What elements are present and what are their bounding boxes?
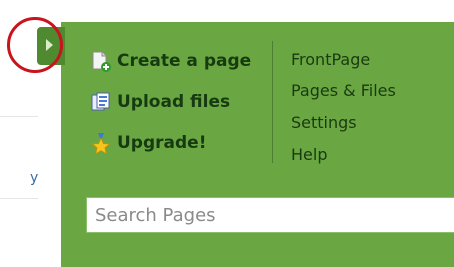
nav-link-settings[interactable]: Settings [291,113,357,132]
divider-line [0,198,38,199]
upgrade-label: Upgrade! [117,133,207,153]
create-page-label: Create a page [117,51,252,71]
upload-files-button[interactable]: Upload files [90,89,230,115]
search-input[interactable] [86,197,454,233]
background-link-fragment[interactable]: y [30,170,38,186]
create-page-button[interactable]: Create a page [90,48,251,74]
nav-link-help[interactable]: Help [291,145,327,164]
divider-line [0,116,38,117]
new-page-icon [92,51,111,72]
chevron-right-icon[interactable] [46,39,53,51]
upgrade-star-icon [91,133,111,154]
upload-files-label: Upload files [117,92,231,112]
upgrade-button[interactable]: Upgrade! [90,130,206,156]
nav-link-frontpage[interactable]: FrontPage [291,50,370,69]
upload-files-icon [91,92,110,111]
vertical-divider [272,41,273,163]
nav-link-pages-files[interactable]: Pages & Files [291,81,396,100]
